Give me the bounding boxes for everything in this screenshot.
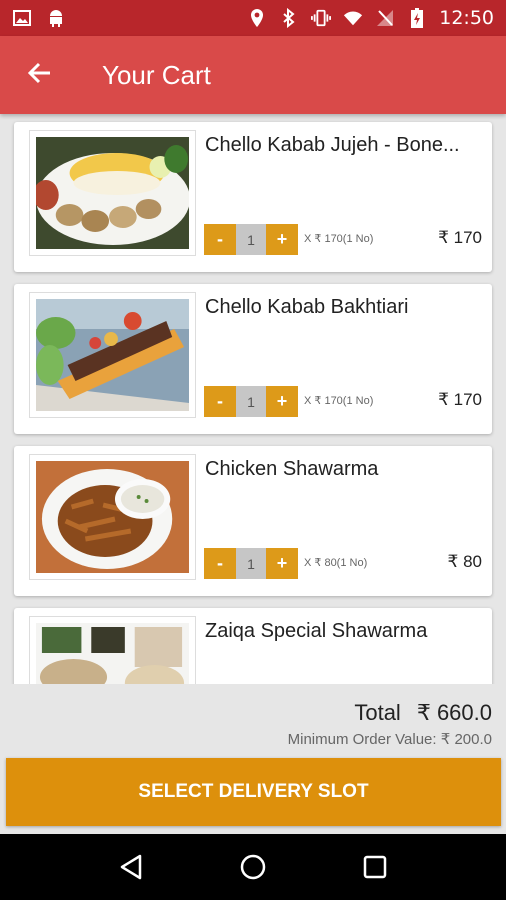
- kabab-jujeh-photo: [29, 130, 196, 256]
- cart-item: Chello Kabab Bakhtiari - 1 + X ₹ 170(1 N…: [14, 284, 492, 434]
- unit-price: X ₹ 170(1 No): [304, 395, 374, 407]
- item-name: Chicken Shawarma: [205, 458, 379, 480]
- line-price: ₹ 80: [447, 552, 482, 571]
- no-sim-icon: [375, 8, 395, 28]
- image-icon: [12, 8, 32, 28]
- quantity-stepper: - 1 +: [204, 224, 298, 255]
- status-bar: 12:50: [0, 0, 506, 36]
- unit-price: X ₹ 170(1 No): [304, 233, 374, 245]
- wifi-icon: [343, 8, 363, 28]
- total-label: Total: [354, 700, 401, 725]
- order-summary: Total ₹ 660.0 Minimum Order Value: ₹ 200.…: [0, 700, 506, 748]
- special-shawarma-photo: [29, 616, 196, 684]
- total-line: Total ₹ 660.0: [0, 700, 492, 726]
- decrease-quantity-button[interactable]: -: [204, 548, 236, 579]
- unit-price: X ₹ 80(1 No): [304, 557, 368, 569]
- battery-charging-icon: [407, 8, 427, 28]
- cart-item: Chello Kabab Jujeh - Bone... - 1 + X ₹ 1…: [14, 122, 492, 272]
- item-name: Chello Kabab Bakhtiari: [205, 296, 409, 318]
- vibrate-icon: [311, 8, 332, 28]
- nav-home-icon[interactable]: [233, 847, 273, 887]
- increase-quantity-button[interactable]: +: [266, 548, 298, 579]
- location-icon: [247, 8, 267, 28]
- minimum-order-note: Minimum Order Value: ₹ 200.0: [287, 731, 492, 748]
- select-delivery-slot-button[interactable]: SELECT DELIVERY SLOT: [6, 758, 501, 826]
- arrow-left-icon: [27, 60, 53, 91]
- bluetooth-icon: [279, 8, 299, 28]
- kabab-bakhtiari-photo: [29, 292, 196, 418]
- quantity-value: 1: [236, 548, 266, 579]
- android-icon: [46, 8, 66, 28]
- nav-recents-icon[interactable]: [355, 847, 395, 887]
- back-button[interactable]: [0, 36, 80, 114]
- cart-list[interactable]: Chello Kabab Jujeh - Bone... - 1 + X ₹ 1…: [0, 114, 506, 684]
- total-value: ₹ 660.0: [416, 700, 492, 725]
- chicken-shawarma-photo: [29, 454, 196, 580]
- page-title: Your Cart: [102, 59, 211, 90]
- item-name: Zaiqa Special Shawarma: [205, 620, 428, 642]
- cart-item: Chicken Shawarma - 1 + X ₹ 80(1 No) ₹ 80: [14, 446, 492, 596]
- cart-item: Zaiqa Special Shawarma: [14, 608, 492, 684]
- decrease-quantity-button[interactable]: -: [204, 386, 236, 417]
- quantity-value: 1: [236, 224, 266, 255]
- line-price: ₹ 170: [438, 228, 482, 247]
- line-price: ₹ 170: [438, 390, 482, 409]
- increase-quantity-button[interactable]: +: [266, 386, 298, 417]
- status-time: 12:50: [439, 7, 494, 29]
- quantity-stepper: - 1 +: [204, 386, 298, 417]
- app-bar: Your Cart: [0, 36, 506, 114]
- quantity-stepper: - 1 +: [204, 548, 298, 579]
- increase-quantity-button[interactable]: +: [266, 224, 298, 255]
- item-name: Chello Kabab Jujeh - Bone...: [205, 134, 460, 156]
- decrease-quantity-button[interactable]: -: [204, 224, 236, 255]
- system-nav-bar: [0, 834, 506, 900]
- quantity-value: 1: [236, 386, 266, 417]
- nav-back-icon[interactable]: [111, 847, 151, 887]
